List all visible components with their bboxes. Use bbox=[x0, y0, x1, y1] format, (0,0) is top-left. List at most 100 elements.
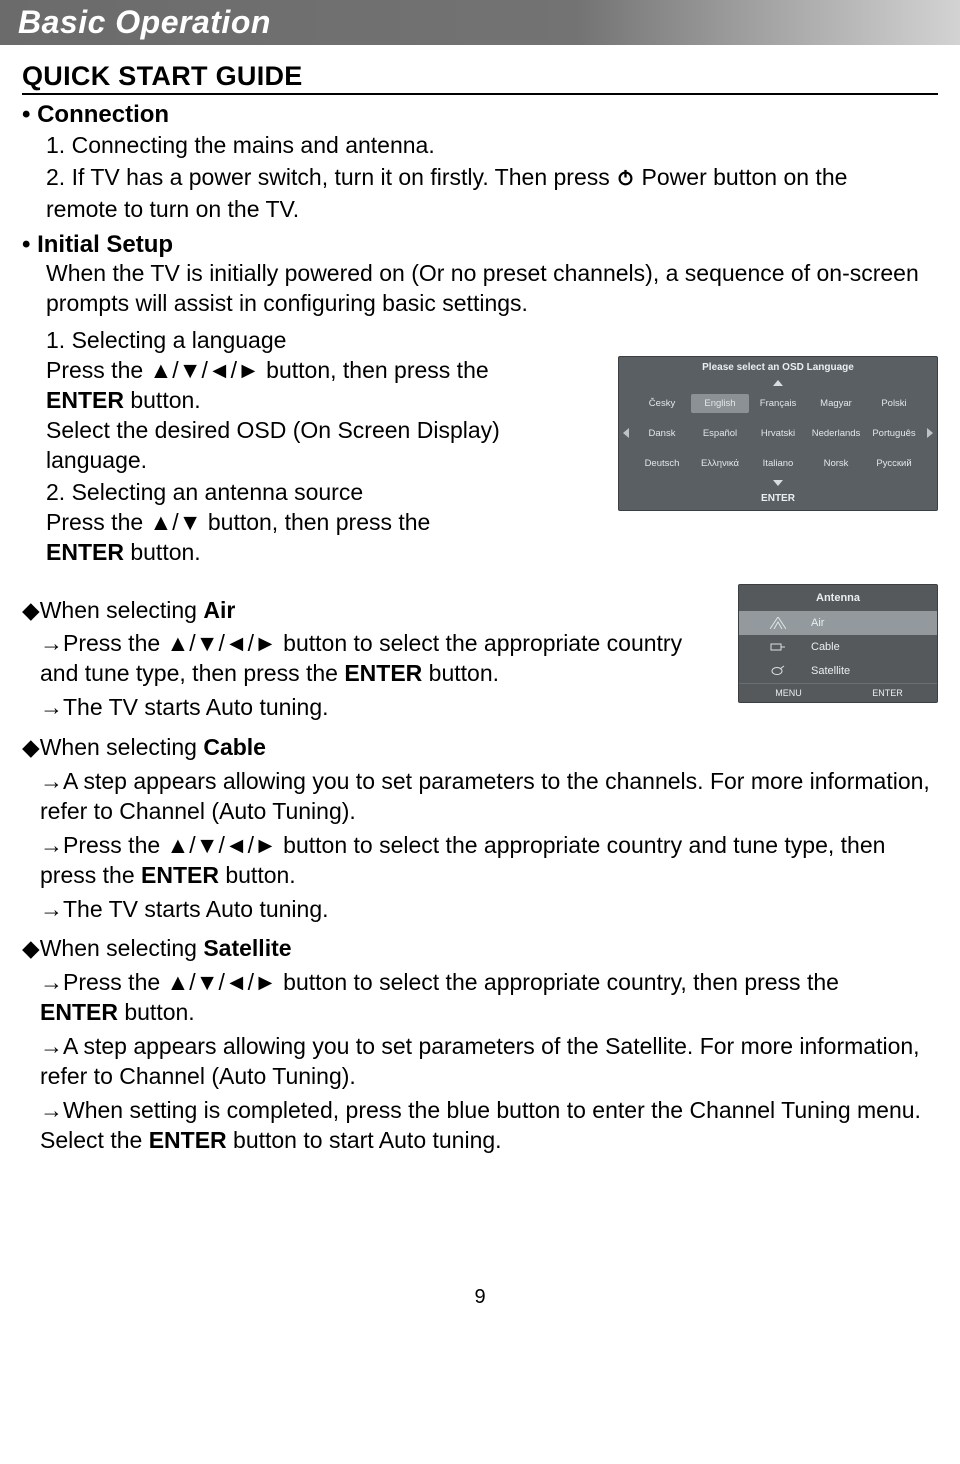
quick-start-title: QUICK START GUIDE bbox=[22, 61, 938, 95]
page-number: 9 bbox=[22, 1286, 938, 1309]
diamond-bullet: ◆When selecting bbox=[22, 734, 203, 760]
section-header-title: Basic Operation bbox=[18, 4, 942, 41]
updown-icon: ▲/▼ bbox=[150, 509, 202, 535]
step-text: button to start Auto tuning. bbox=[227, 1127, 502, 1153]
dpad-icon: ▲/▼/◄/► bbox=[150, 357, 260, 383]
step-text: button. bbox=[124, 539, 201, 565]
enter-label: ENTER bbox=[344, 660, 422, 686]
step-text: button to select the appropriate country bbox=[283, 630, 682, 656]
setup-step-1: 1. Selecting a language Press the ▲/▼/◄/… bbox=[46, 326, 604, 475]
osd-lang-option[interactable]: Dansk bbox=[633, 428, 691, 439]
step-text: Selecting a language bbox=[65, 327, 286, 353]
step-text: button. bbox=[124, 387, 201, 413]
osd-lang-option[interactable]: Česky bbox=[633, 398, 691, 409]
step-text: remote to turn on the TV. bbox=[46, 196, 299, 222]
air-label: Air bbox=[203, 597, 235, 623]
step-text: Press the bbox=[46, 509, 143, 535]
osd-lang-option[interactable]: Magyar bbox=[807, 398, 865, 409]
osd-lang-option[interactable]: Français bbox=[749, 398, 807, 409]
osd-lang-option[interactable]: Polski bbox=[865, 398, 923, 409]
antenna-panel-footer: MENU ENTER bbox=[739, 683, 937, 702]
antenna-option-air[interactable]: Air bbox=[739, 611, 937, 635]
enter-label: ENTER bbox=[149, 1127, 227, 1153]
initial-setup-heading: • Initial Setup bbox=[22, 231, 938, 259]
air-step-2: →The TV starts Auto tuning. bbox=[40, 693, 718, 723]
antenna-option-satellite[interactable]: Satellite bbox=[739, 659, 937, 683]
step-text: button. bbox=[422, 660, 499, 686]
step-text: Select the desired OSD (On Screen Displa… bbox=[46, 417, 500, 473]
osd-lang-option[interactable]: Nederlands bbox=[807, 428, 865, 439]
antenna-menu-label: MENU bbox=[739, 684, 838, 702]
antenna-option-label: Satellite bbox=[811, 665, 927, 677]
osd-lang-option[interactable]: Hrvatski bbox=[749, 428, 807, 439]
antenna-option-cable[interactable]: Cable bbox=[739, 635, 937, 659]
cable-step-3: →The TV starts Auto tuning. bbox=[40, 895, 938, 925]
section-header: Basic Operation bbox=[0, 0, 960, 45]
step-text: button to select the appropriate country… bbox=[283, 969, 839, 995]
antenna-enter-label: ENTER bbox=[838, 684, 937, 702]
osd-lang-option[interactable]: Español bbox=[691, 428, 749, 439]
cable-selecting-heading: ◆When selecting Cable bbox=[22, 733, 938, 763]
air-step-1: →Press the ▲/▼/◄/► button to select the … bbox=[40, 629, 718, 689]
step-text: button. bbox=[118, 999, 195, 1025]
dpad-icon: ▲/▼/◄/► bbox=[167, 969, 277, 995]
osd-panel-title: Please select an OSD Language bbox=[619, 357, 937, 378]
initial-setup-intro: When the TV is initially powered on (Or … bbox=[46, 259, 938, 319]
connection-step-1: 1. Connecting the mains and antenna. bbox=[46, 131, 938, 161]
diamond-bullet: ◆When selecting bbox=[22, 935, 203, 961]
cable-label: Cable bbox=[203, 734, 266, 760]
enter-label: ENTER bbox=[46, 539, 124, 565]
step-text: Selecting an antenna source bbox=[65, 479, 363, 505]
antenna-cable-icon bbox=[769, 640, 787, 654]
enter-label: ENTER bbox=[141, 862, 219, 888]
satellite-selecting-heading: ◆When selecting Satellite bbox=[22, 934, 938, 964]
connection-step-2: 2. If TV has a power switch, turn it on … bbox=[46, 163, 938, 225]
step-number: 2. bbox=[46, 164, 65, 190]
osd-lang-option[interactable]: Norsk bbox=[807, 458, 865, 469]
step-text: If TV has a power switch, turn it on fir… bbox=[65, 164, 616, 190]
setup-step-2: 2. Selecting an antenna source Press the… bbox=[46, 478, 604, 568]
step-number: 1. bbox=[46, 327, 65, 353]
step-text: press the bbox=[40, 862, 141, 888]
cable-step-1: →A step appears allowing you to set para… bbox=[40, 767, 938, 827]
cable-step-2: →Press the ▲/▼/◄/► button to select the … bbox=[40, 831, 938, 891]
step-text: button. bbox=[219, 862, 296, 888]
step-text: →Press the bbox=[40, 832, 160, 858]
osd-lang-option[interactable]: Português bbox=[865, 428, 923, 439]
step-number: 1. bbox=[46, 132, 65, 158]
step-text: Connecting the mains and antenna. bbox=[65, 132, 435, 158]
step-text: Press the bbox=[46, 357, 143, 383]
step-text: and tune type, then press the bbox=[40, 660, 344, 686]
satellite-label: Satellite bbox=[203, 935, 291, 961]
osd-lang-option[interactable]: Italiano bbox=[749, 458, 807, 469]
satellite-step-2: →A step appears allowing you to set para… bbox=[40, 1032, 938, 1092]
step-text: Power button on the bbox=[642, 164, 848, 190]
step-text: button, then press the bbox=[208, 509, 431, 535]
arrow-up-icon bbox=[619, 378, 937, 388]
connection-heading: • Connection bbox=[22, 101, 938, 129]
antenna-panel: Antenna Air Cable Satellite MENU ENTER bbox=[738, 584, 938, 703]
step-text: →Press the bbox=[40, 630, 160, 656]
diamond-bullet: ◆When selecting bbox=[22, 597, 203, 623]
air-selecting-heading: ◆When selecting Air bbox=[22, 596, 718, 626]
enter-label: ENTER bbox=[46, 387, 124, 413]
antenna-option-label: Air bbox=[811, 617, 927, 629]
page-body: QUICK START GUIDE • Connection 1. Connec… bbox=[0, 45, 960, 1329]
power-icon bbox=[616, 165, 635, 195]
osd-language-grid: Česky English Français Magyar Polski Dan… bbox=[619, 388, 937, 478]
osd-lang-option[interactable]: Ελληνικά bbox=[691, 458, 749, 469]
step-text: →Press the bbox=[40, 969, 160, 995]
antenna-satellite-icon bbox=[769, 664, 787, 678]
antenna-option-label: Cable bbox=[811, 641, 927, 653]
osd-lang-option[interactable]: Русский bbox=[865, 458, 923, 469]
osd-lang-option-selected[interactable]: English bbox=[691, 394, 749, 413]
osd-lang-option[interactable]: Deutsch bbox=[633, 458, 691, 469]
dpad-icon: ▲/▼/◄/► bbox=[167, 832, 277, 858]
arrow-left-icon bbox=[619, 428, 633, 438]
antenna-panel-title: Antenna bbox=[739, 585, 937, 611]
step-number: 2. bbox=[46, 479, 65, 505]
enter-label: ENTER bbox=[40, 999, 118, 1025]
osd-language-panel: Please select an OSD Language Česky Engl… bbox=[618, 356, 938, 511]
step-text: button to select the appropriate country… bbox=[283, 832, 885, 858]
arrow-down-icon bbox=[619, 478, 937, 488]
